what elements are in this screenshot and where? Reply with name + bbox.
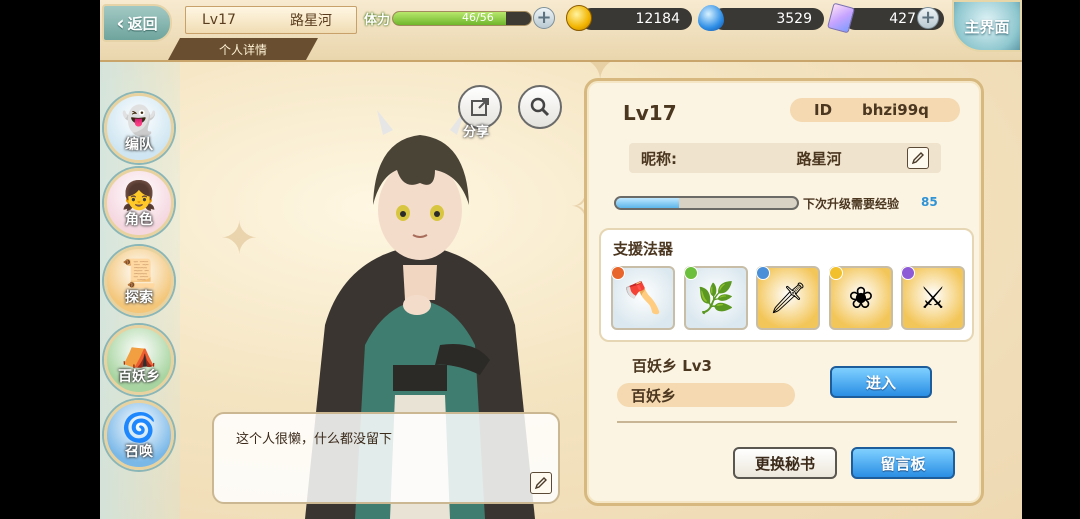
support-artifacts-section: 支援法器 🪓 🌿 🗡 ❀ ⚔	[599, 228, 974, 342]
rarity-dot	[684, 266, 698, 280]
share-label: 分享	[463, 125, 490, 140]
gold-coin-icon	[566, 5, 592, 31]
pencil-icon	[911, 152, 924, 165]
stamina-label: 体力	[364, 13, 391, 28]
leaf-icon: 🌿	[697, 280, 735, 316]
share-icon	[471, 98, 489, 116]
blue-flame-gem-icon	[698, 5, 724, 31]
profile-level: Lv17	[623, 101, 677, 125]
edit-nickname-button[interactable]	[907, 147, 929, 169]
sidebar-item-label: 探索	[125, 290, 153, 306]
wreath-icon: ❀	[848, 280, 874, 316]
sidebar-item-village[interactable]: ⛺ 百妖乡	[104, 325, 174, 395]
support-artifacts-title: 支援法器	[613, 240, 674, 258]
home-label: 主界面	[964, 17, 1010, 36]
message-board-label: 留言板	[880, 454, 926, 473]
sidebar-item-label: 百妖乡	[118, 369, 160, 385]
back-arrow-icon: ‹	[116, 11, 125, 35]
sword-icon: 🗡	[768, 280, 808, 316]
message-board-button[interactable]: 留言板	[851, 447, 955, 479]
back-label: 返回	[127, 14, 158, 33]
sidebar-item-character[interactable]: 👧 角色	[104, 168, 174, 238]
rarity-dot	[756, 266, 770, 280]
character-icon: 👧	[121, 179, 157, 212]
rarity-dot	[829, 266, 843, 280]
team-icon: 👻	[121, 104, 157, 137]
sidebar-item-label: 角色	[125, 212, 153, 228]
village-name-text: 百妖乡	[631, 386, 677, 405]
magnifier-icon	[530, 97, 550, 117]
add-stamina-button[interactable]: +	[533, 7, 555, 29]
gem-counter: 3529	[712, 8, 824, 30]
rarity-dot	[611, 266, 625, 280]
gold-counter: 12184	[580, 8, 692, 30]
village-icon: ⛺	[121, 336, 157, 369]
village-level: 百妖乡 Lv3	[632, 357, 712, 375]
enter-label: 进入	[865, 373, 896, 392]
village-name: 百妖乡	[617, 383, 795, 407]
player-level-plate: Lv17 路星河	[185, 6, 357, 34]
message-bubble: 这个人很懒，什么都没留下	[212, 412, 560, 504]
stamina-bar: 体力 46/56	[362, 7, 557, 29]
stamina-value: 46/56	[462, 11, 494, 24]
sidebar-item-explore[interactable]: 📜 探索	[104, 246, 174, 316]
id-value: bhzi99q	[862, 101, 929, 119]
exp-progress-fill	[616, 198, 680, 208]
home-button[interactable]: 主界面	[952, 0, 1022, 52]
nickname-value: 路星河	[796, 149, 842, 168]
edit-message-button[interactable]	[530, 472, 552, 494]
nickname-row: 昵称: 路星河	[629, 143, 941, 173]
explore-icon: 📜	[121, 257, 157, 290]
artifact-slot-blade[interactable]: ⚔	[901, 266, 965, 330]
artifact-slot-leaf[interactable]: 🌿	[684, 266, 748, 330]
rarity-dot	[901, 266, 915, 280]
pencil-icon	[534, 477, 547, 490]
player-name: 路星河	[290, 13, 332, 29]
blade-icon: ⚔	[919, 280, 947, 316]
exp-progress-bar	[614, 196, 799, 210]
nickname-label: 昵称:	[641, 149, 677, 168]
gold-value: 12184	[635, 11, 680, 27]
sidebar-item-team[interactable]: 👻 编队	[104, 93, 174, 163]
change-secretary-label: 更换秘书	[754, 454, 815, 473]
change-secretary-button[interactable]: 更换秘书	[733, 447, 837, 479]
add-crystal-button[interactable]: +	[917, 7, 939, 29]
divider	[617, 421, 957, 423]
sidebar-item-label: 召唤	[125, 444, 153, 460]
crystal-value: 427	[889, 11, 916, 27]
back-button[interactable]: ‹ 返回	[102, 4, 172, 42]
artifact-slot-axe[interactable]: 🪓	[611, 266, 675, 330]
id-label: ID	[814, 101, 833, 119]
profile-panel: Lv17 ID bhzi99q 昵称: 路星河 下次升级需要经验 85 支援法器…	[584, 78, 984, 506]
artifact-slot-wreath[interactable]: ❀	[829, 266, 893, 330]
message-text: 这个人很懒，什么都没留下	[236, 432, 393, 447]
axe-icon: 🪓	[624, 280, 662, 316]
exp-label: 下次升级需要经验	[803, 197, 900, 211]
sidebar-item-summon[interactable]: 🌀 召唤	[104, 400, 174, 470]
enter-village-button[interactable]: 进入	[830, 366, 932, 398]
search-button[interactable]	[518, 85, 562, 129]
sidebar-item-label: 编队	[125, 137, 153, 153]
sparkle-decoration: ✦	[220, 211, 259, 265]
summon-icon: 🌀	[121, 411, 157, 444]
player-level: Lv17	[202, 12, 236, 28]
gem-value: 3529	[776, 11, 812, 27]
profile-screen: ✦ ✦ ✦ ✧ ‹ 返回 Lv17 路星河 个人详情 体力 46/56 + 12…	[100, 0, 1022, 519]
tab-personal-details[interactable]: 个人详情	[168, 38, 318, 60]
exp-value: 85	[921, 195, 938, 209]
player-id: ID bhzi99q	[790, 98, 960, 122]
artifact-slot-sword[interactable]: 🗡	[756, 266, 820, 330]
